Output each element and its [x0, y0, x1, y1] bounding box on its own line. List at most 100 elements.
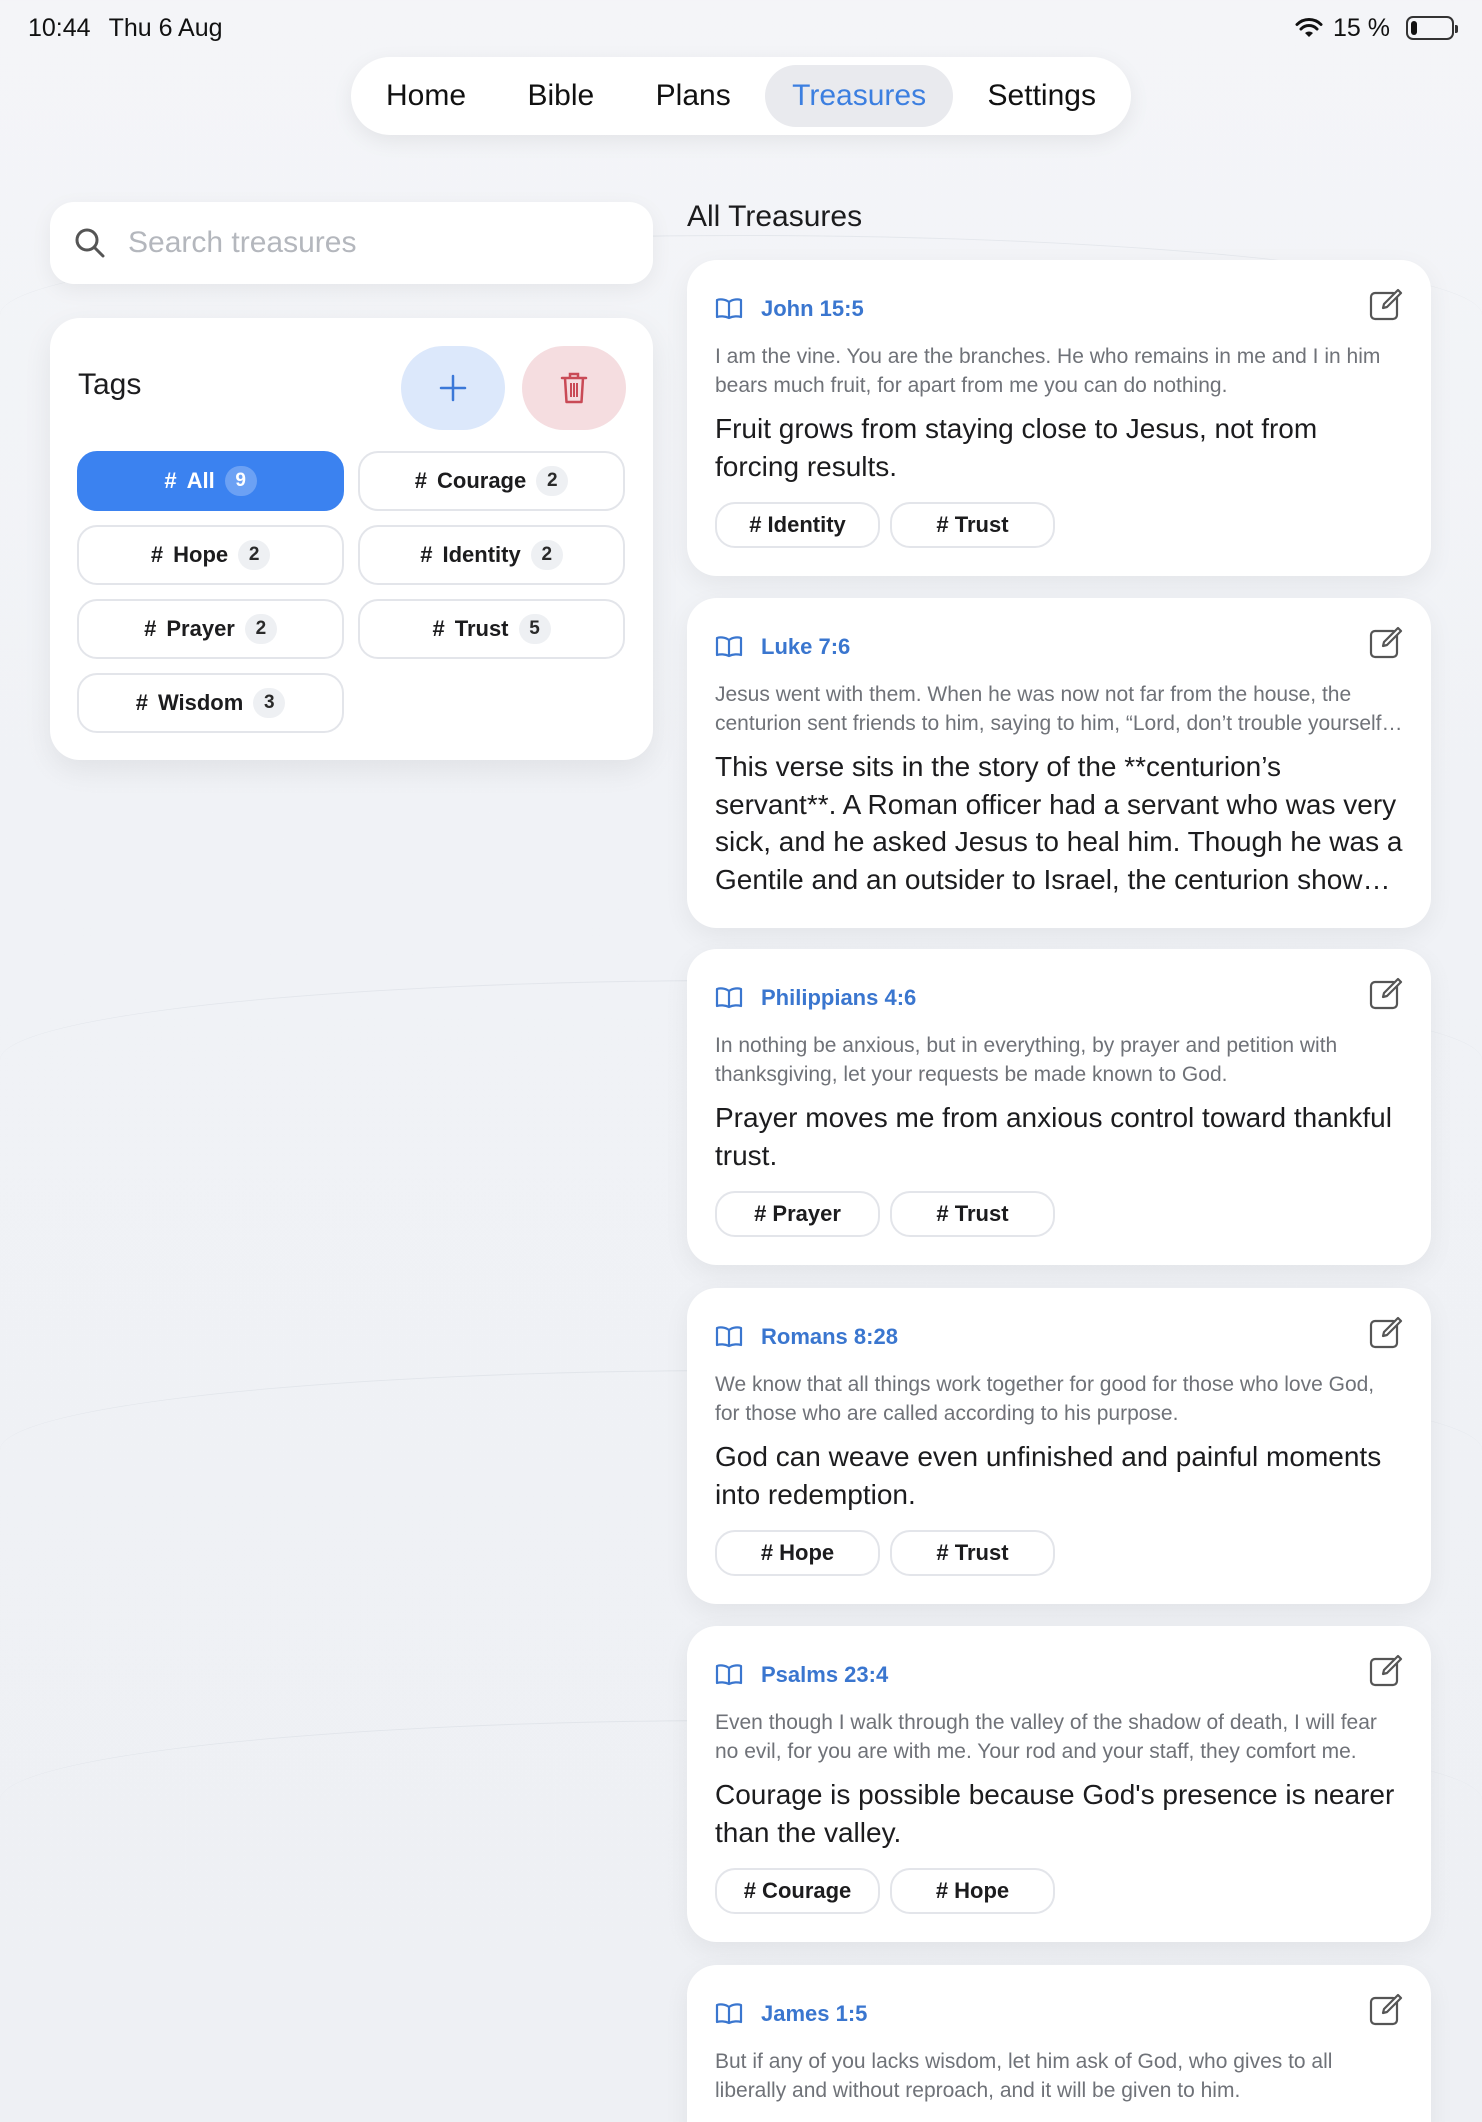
note-text: God can weave even unfinished and painfu…: [715, 1441, 1382, 1510]
card-tags: # Hope # Trust: [715, 1530, 1055, 1576]
treasure-card[interactable]: Luke 7:6 Jesus went with them. When he w…: [687, 598, 1431, 928]
verse-text: Even though I walk through the valley of…: [715, 1711, 1377, 1763]
battery-level: [1411, 21, 1417, 35]
verse-text: In nothing be anxious, but in everything…: [715, 1034, 1338, 1086]
tag-count: 3: [253, 688, 286, 718]
note-text: This verse sits in the story of the **ce…: [715, 751, 1403, 895]
tag-filter-courage[interactable]: # Courage 2: [358, 451, 625, 511]
card-tags: # Prayer # Trust: [715, 1191, 1055, 1237]
tab-treasures[interactable]: Treasures: [765, 65, 954, 127]
treasure-card[interactable]: James 1:5 But if any of you lacks wisdom…: [687, 1965, 1431, 2122]
verse-reference-label: Romans 8:28: [761, 1324, 898, 1349]
verse-reference[interactable]: James 1:5: [715, 2001, 867, 2027]
verse-reference-label: James 1:5: [761, 2001, 868, 2026]
section-title: All Treasures: [687, 200, 863, 233]
status-date: Thu 6 Aug: [108, 13, 223, 42]
add-tag-button[interactable]: [401, 346, 505, 430]
tag-count: 9: [224, 466, 257, 496]
card-tag[interactable]: # Identity: [715, 502, 880, 548]
verse-text: But if any of you lacks wisdom, let him …: [715, 2050, 1333, 2102]
edit-icon[interactable]: [1369, 977, 1403, 1011]
tag-filter-identity[interactable]: # Identity 2: [358, 525, 625, 585]
treasure-card[interactable]: Psalms 23:4 Even though I walk through t…: [687, 1626, 1431, 1942]
note-text: Prayer moves me from anxious control tow…: [715, 1102, 1392, 1171]
tab-bible[interactable]: Bible: [500, 65, 621, 127]
book-icon: [715, 1664, 743, 1686]
card-tags: # Identity # Trust: [715, 502, 1055, 548]
book-icon: [715, 298, 743, 320]
hash-symbol: #: [432, 616, 445, 641]
verse-reference[interactable]: Psalms 23:4: [715, 1662, 888, 1688]
book-icon: [715, 2003, 743, 2025]
battery-icon: [1406, 16, 1458, 40]
tag-grid: # All 9 # Courage 2 # Hope 2 # Identity …: [77, 451, 627, 733]
tag-count: 2: [530, 540, 563, 570]
edit-icon[interactable]: [1369, 288, 1403, 322]
tag-count: 2: [244, 614, 277, 644]
delete-tag-button[interactable]: [522, 346, 626, 430]
tag-filter-trust[interactable]: # Trust 5: [358, 599, 625, 659]
status-time: 10:44: [28, 13, 91, 42]
card-tags: # Courage # Hope: [715, 1868, 1055, 1914]
edit-icon[interactable]: [1369, 1316, 1403, 1350]
tag-count: 5: [518, 614, 551, 644]
tag-label: Identity: [442, 542, 521, 567]
hash-symbol: #: [144, 616, 157, 641]
card-tag[interactable]: # Courage: [715, 1868, 880, 1914]
tag-filter-wisdom[interactable]: # Wisdom 3: [77, 673, 344, 733]
book-icon: [715, 636, 743, 658]
hash-symbol: #: [420, 542, 433, 567]
tag-label: Wisdom: [157, 690, 244, 715]
tag-filter-hope[interactable]: # Hope 2: [77, 525, 344, 585]
note-text: Courage is possible because God's presen…: [715, 1779, 1395, 1848]
tag-count: 2: [536, 466, 569, 496]
status-bar: 10:44 Thu 6 Aug 15 %: [0, 0, 1482, 56]
edit-icon[interactable]: [1369, 626, 1403, 660]
hash-symbol: #: [135, 690, 148, 715]
verse-reference[interactable]: Philippians 4:6: [715, 985, 916, 1011]
battery-percent: 15 %: [1333, 13, 1390, 42]
treasure-card[interactable]: John 15:5 I am the vine. You are the bra…: [687, 260, 1431, 576]
tab-settings[interactable]: Settings: [961, 65, 1123, 127]
edit-icon[interactable]: [1369, 1654, 1403, 1688]
trash-icon: [560, 372, 588, 404]
edit-icon[interactable]: [1369, 1993, 1403, 2027]
note-text: Fruit grows from staying close to Jesus,…: [715, 413, 1318, 482]
tag-count: 2: [238, 540, 271, 570]
verse-reference[interactable]: Luke 7:6: [715, 634, 850, 660]
card-tag[interactable]: # Prayer: [715, 1191, 880, 1237]
verse-reference[interactable]: Romans 8:28: [715, 1324, 898, 1350]
treasure-card[interactable]: Romans 8:28 We know that all things work…: [687, 1288, 1431, 1604]
tags-panel: Tags # All 9 # Courage 2 # Hope 2 # Iden…: [50, 318, 653, 760]
tags-title: Tags: [78, 368, 142, 401]
top-nav: Home Bible Plans Treasures Settings: [351, 57, 1131, 135]
card-tag[interactable]: # Hope: [890, 1868, 1055, 1914]
card-tag[interactable]: # Trust: [890, 1530, 1055, 1576]
search-icon: [75, 228, 105, 258]
card-tag[interactable]: # Trust: [890, 502, 1055, 548]
card-tag[interactable]: # Hope: [715, 1530, 880, 1576]
card-tag[interactable]: # Trust: [890, 1191, 1055, 1237]
verse-reference-label: Philippians 4:6: [761, 985, 917, 1010]
hash-symbol: #: [164, 468, 177, 493]
tag-label: Trust: [454, 616, 509, 641]
verse-reference[interactable]: John 15:5: [715, 296, 864, 322]
search-input[interactable]: [128, 226, 629, 260]
hash-symbol: #: [414, 468, 427, 493]
tag-label: Hope: [173, 542, 229, 567]
book-icon: [715, 1326, 743, 1348]
tag-filter-prayer[interactable]: # Prayer 2: [77, 599, 344, 659]
tag-filter-all[interactable]: # All 9: [77, 451, 344, 511]
tab-plans[interactable]: Plans: [629, 65, 758, 127]
treasure-card[interactable]: Philippians 4:6 In nothing be anxious, b…: [687, 949, 1431, 1265]
verse-reference-label: Psalms 23:4: [761, 1662, 889, 1687]
verse-text: Jesus went with them. When he was now no…: [715, 683, 1388, 735]
verse-reference-label: John 15:5: [761, 296, 864, 321]
verse-text: I am the vine. You are the branches. He …: [715, 345, 1381, 397]
tag-label: All: [186, 468, 215, 493]
tag-label: Prayer: [166, 616, 235, 641]
verse-text: We know that all things work together fo…: [715, 1373, 1375, 1425]
wifi-icon: [1295, 18, 1323, 37]
tab-home[interactable]: Home: [359, 65, 493, 127]
hash-symbol: #: [150, 542, 164, 567]
